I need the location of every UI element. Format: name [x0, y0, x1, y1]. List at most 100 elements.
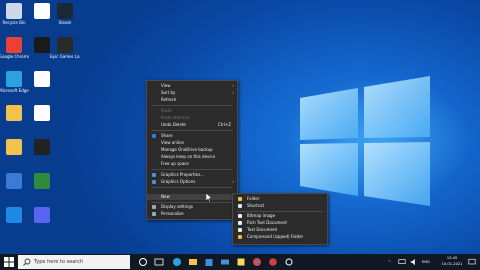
desktop-icon-chrome[interactable]: Google Chrome: [0, 37, 29, 59]
desktop-context-menu: View › Sort by › Refresh Paste Paste short…: [146, 80, 238, 220]
file-explorer-icon[interactable]: [188, 257, 198, 267]
menu-item-undo-delete[interactable]: Undo Delete Ctrl+Z: [147, 122, 237, 128]
desktop-icon-label: Google Chrome: [0, 54, 29, 59]
display-icon: [152, 205, 156, 209]
desktop-icon-epic[interactable]: Epic Games Launcher: [50, 37, 80, 59]
app-3-icon: [6, 173, 22, 189]
share-icon: [152, 134, 156, 138]
language-indicator[interactable]: ENG: [422, 260, 430, 264]
desktop-icon-steam[interactable]: Steam: [50, 3, 80, 25]
menu-separator: [151, 202, 233, 203]
obs-icon: [34, 139, 50, 155]
menu-item-graphics-properties[interactable]: Graphics Properties...: [147, 172, 237, 178]
tray-chevron-icon[interactable]: ^: [388, 260, 391, 264]
volume-icon[interactable]: [410, 258, 418, 266]
desktop-icon-app-4[interactable]: [27, 173, 57, 189]
desktop[interactable]: Recycle Bin Steam Google Chrome Epic Games …: [0, 0, 480, 254]
menu-item-view-online[interactable]: View online: [147, 140, 237, 146]
document-icon: [238, 221, 242, 225]
recycle-bin-icon: [6, 3, 22, 19]
clock[interactable]: 12:45 10-01-2021: [438, 256, 466, 266]
menu-item-sort-by[interactable]: Sort by ›: [147, 90, 237, 96]
menu-item-always-keep[interactable]: Always keep on this device: [147, 154, 237, 160]
submenu-item-compressed-folder[interactable]: Compressed (zipped) Folder: [233, 234, 327, 240]
text-document-icon: [238, 228, 242, 232]
epic-icon: [57, 37, 73, 53]
taskbar-search-input[interactable]: Type here to search: [18, 255, 130, 269]
folder-1-icon: [6, 105, 22, 121]
submenu-item-shortcut[interactable]: Shortcut: [233, 203, 327, 209]
menu-item-paste-shortcut: Paste shortcut: [161, 115, 190, 120]
windows-start-icon[interactable]: [4, 257, 14, 267]
settings-icon[interactable]: [284, 257, 294, 267]
folder-icon: [238, 197, 242, 201]
submenu-item-text-document[interactable]: Text Document: [233, 227, 327, 233]
submenu-item-rich-text-document[interactable]: Rich Text Document: [233, 220, 327, 226]
app-b-icon: [34, 3, 50, 19]
desktop-icon-folder-2[interactable]: [0, 139, 29, 155]
desktop-icon-label: Steam: [58, 20, 72, 25]
menu-separator: [151, 169, 233, 170]
submenu-item-bitmap-image[interactable]: Bitmap image: [233, 213, 327, 219]
app-icon[interactable]: [268, 257, 278, 267]
desktop-icon-app-3[interactable]: [0, 173, 29, 189]
app-5-icon: [6, 207, 22, 223]
clock-date: 10-01-2021: [441, 262, 463, 266]
desktop-icon-file-1[interactable]: [27, 71, 57, 87]
steam-icon: [57, 3, 73, 19]
clock-time: 12:45: [446, 256, 458, 260]
file-1-icon: [34, 71, 50, 87]
menu-item-refresh[interactable]: Refresh: [147, 97, 237, 103]
store-icon[interactable]: [204, 257, 214, 267]
menu-item-new[interactable]: New›: [147, 194, 237, 200]
edge-icon[interactable]: [172, 257, 182, 267]
menu-item-paste: Paste: [161, 108, 172, 113]
menu-item-manage-onedrive-backup[interactable]: Manage OneDrive backup: [147, 147, 237, 153]
shortcut-icon: [238, 204, 242, 208]
desktop-icon-edge[interactable]: Microsoft Edge: [0, 71, 29, 93]
menu-separator: [151, 187, 233, 188]
folder-2-icon: [6, 139, 22, 155]
desktop-icon-app-5[interactable]: [0, 207, 29, 223]
edge-icon: [6, 71, 22, 87]
search-icon: [23, 258, 31, 266]
notifications-icon[interactable]: [468, 258, 476, 266]
network-icon[interactable]: [398, 258, 406, 266]
menu-item-personalize[interactable]: Personalize: [147, 211, 237, 217]
menu-separator: [237, 211, 323, 212]
chrome-icon[interactable]: [252, 257, 262, 267]
desktop-icon-app-2[interactable]: [27, 105, 57, 121]
cortana-icon[interactable]: [138, 257, 148, 267]
menu-item-free-up-space[interactable]: Free up space: [147, 161, 237, 167]
discord-icon: [34, 207, 50, 223]
desktop-icon-folder-1[interactable]: [0, 105, 29, 121]
new-submenu: Folder Shortcut Bitmap image Rich Text D…: [232, 193, 328, 245]
search-placeholder: Type here to search: [34, 259, 84, 265]
intel-graphics-icon: [152, 173, 156, 177]
zip-folder-icon: [238, 235, 242, 239]
app-4-icon: [34, 173, 50, 189]
bitmap-icon: [238, 214, 242, 218]
mail-icon[interactable]: [220, 257, 230, 267]
menu-item-view[interactable]: View ›: [147, 83, 237, 89]
chrome-icon: [6, 37, 22, 53]
menu-separator: [151, 130, 233, 131]
menu-item-display-settings[interactable]: Display settings: [147, 204, 237, 210]
menu-item-graphics-options[interactable]: Graphics Options ›: [147, 179, 237, 185]
desktop-icon-label: Recycle Bin: [2, 20, 26, 25]
submenu-item-folder[interactable]: Folder: [233, 196, 327, 202]
menu-item-share[interactable]: Share: [147, 133, 237, 139]
app-2-icon: [34, 105, 50, 121]
mouse-cursor-icon: [206, 193, 212, 202]
desktop-icon-discord[interactable]: [27, 207, 57, 223]
menu-separator: [151, 105, 233, 106]
intel-graphics-icon: [152, 180, 156, 184]
taskbar: Type here to search ^ ENG 12:45 10-01-20…: [0, 254, 480, 270]
desktop-icon-obs[interactable]: [27, 139, 57, 155]
desktop-icon-label: Microsoft Edge: [0, 88, 29, 93]
task-view-icon[interactable]: [154, 257, 164, 267]
desktop-icon-label: Epic Games Launcher: [50, 54, 80, 59]
personalize-icon: [152, 212, 156, 216]
sticky-notes-icon[interactable]: [236, 257, 246, 267]
desktop-icon-recycle-bin[interactable]: Recycle Bin: [0, 3, 29, 25]
